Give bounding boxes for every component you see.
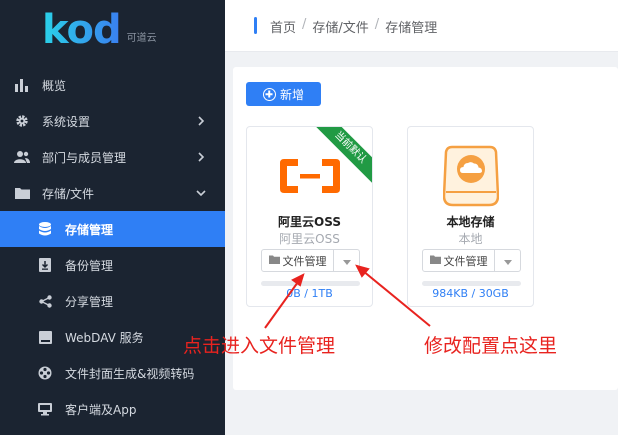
annotation-enter-file-manage: 点击进入文件管理: [183, 335, 336, 357]
annotation-arrows: [264, 264, 431, 329]
annotation-modify-config: 修改配置点这里: [424, 335, 558, 357]
arrow-left-head: [291, 273, 305, 287]
arrow-right-line: [356, 265, 431, 327]
